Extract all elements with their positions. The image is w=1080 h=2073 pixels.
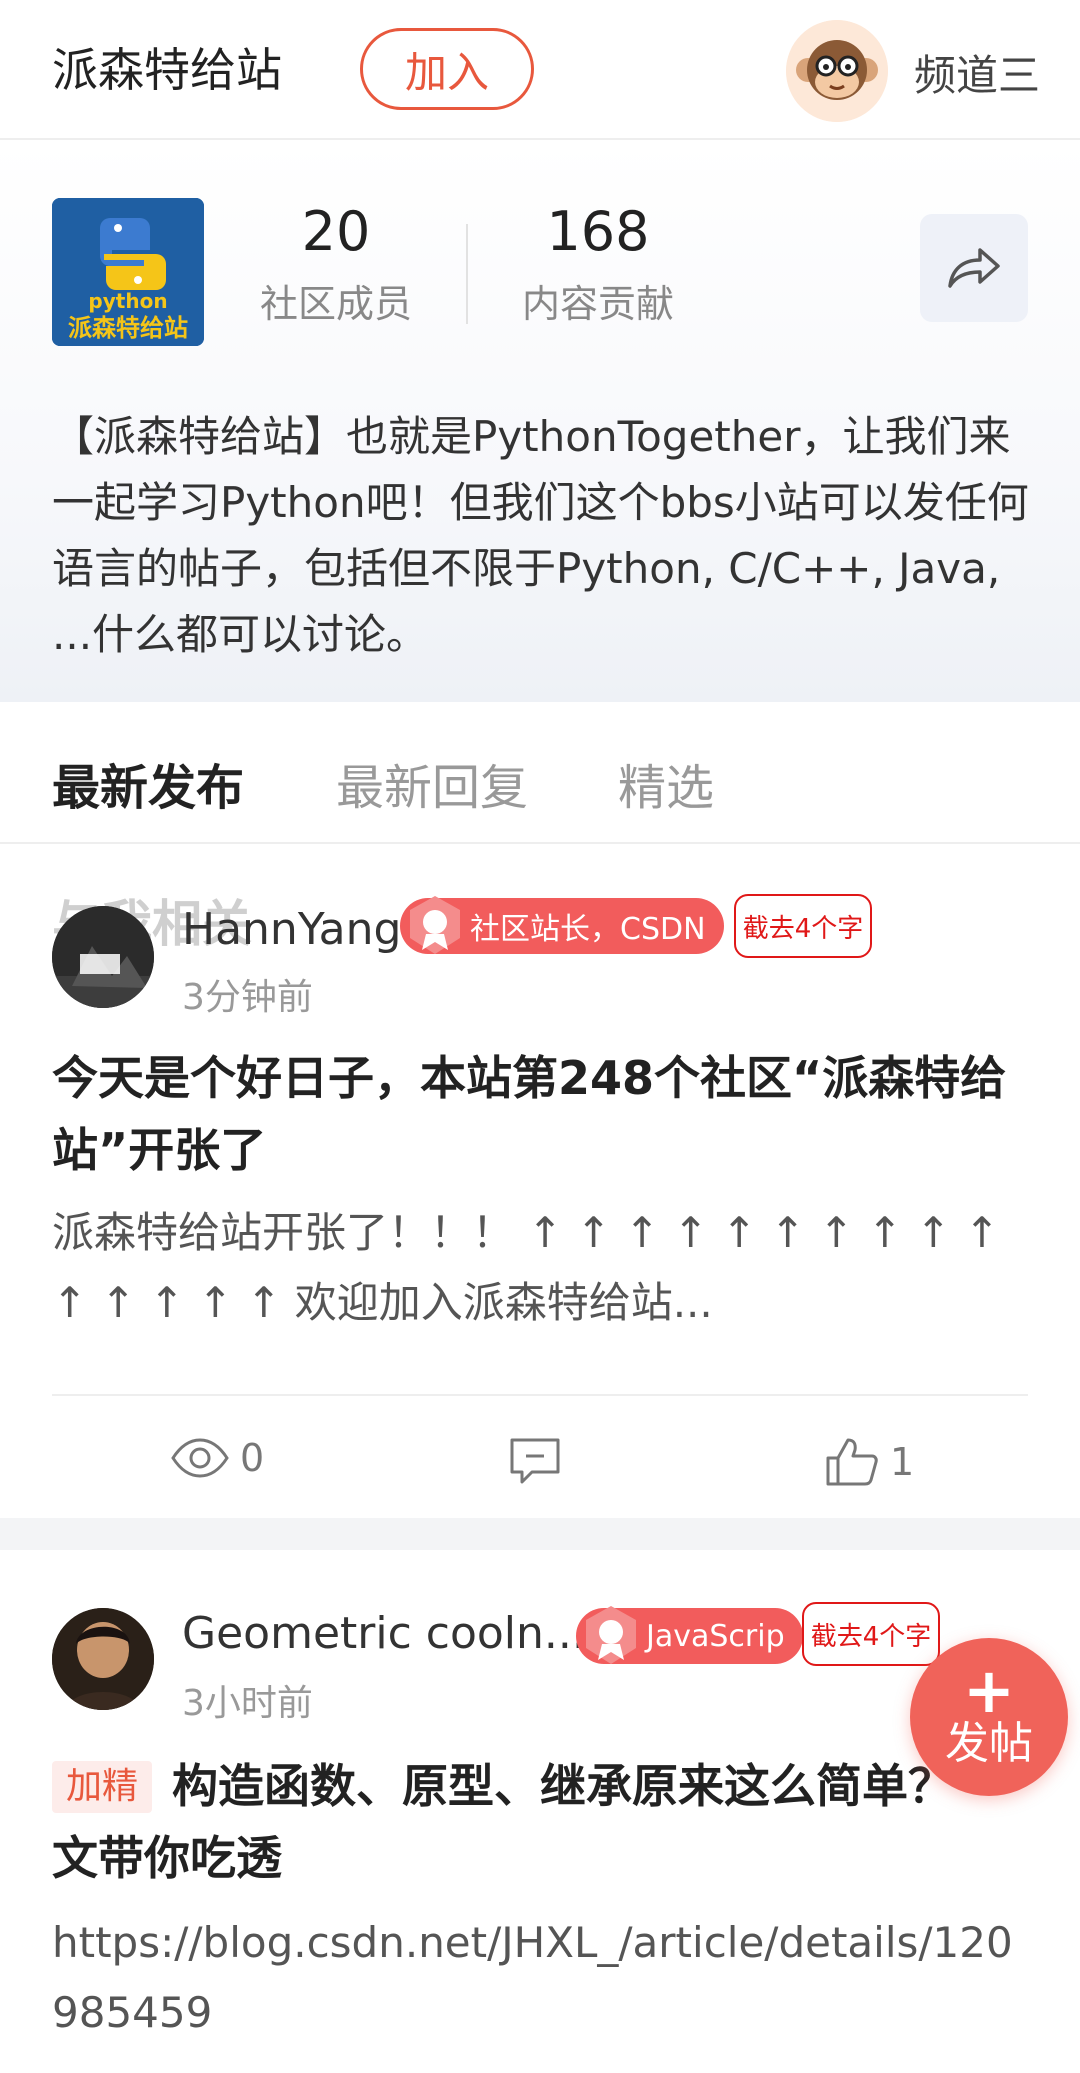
share-icon (948, 248, 1000, 288)
logo-name-text: 派森特给站 (68, 314, 188, 342)
tab-featured[interactable]: 精选 (618, 748, 714, 818)
tab-latest-replies[interactable]: 最新回复 (336, 748, 528, 818)
post-title[interactable]: 加精 构造函数、原型、继承原来这么简单？一文带你吃透 (52, 1750, 1032, 1894)
badge-text: JavaScrip (646, 1618, 785, 1654)
post-excerpt[interactable]: 派森特给站开张了！！！ ↑ ↑ ↑ ↑ ↑ ↑ ↑ ↑ ↑ ↑ ↑ ↑ ↑ ↑ … (52, 1198, 1032, 1338)
comment-icon (510, 1438, 560, 1484)
new-post-label: 发帖 (945, 1718, 1033, 1769)
channel-link[interactable]: 频道三 (914, 42, 1054, 103)
members-stat[interactable]: 20 社区成员 (256, 200, 416, 328)
tab-bar: 最新发布 最新回复 精选 (0, 704, 1080, 844)
featured-tag: 加精 (52, 1761, 153, 1813)
post-author[interactable]: Geometric cooln... (182, 1608, 586, 1659)
views-action[interactable]: 0 (170, 1436, 264, 1480)
badge-ribbon-icon (410, 896, 460, 954)
monkey-avatar-icon[interactable] (786, 20, 888, 122)
plus-icon: + (963, 1654, 1015, 1727)
logo-python-text: python (88, 289, 167, 313)
join-button[interactable]: 加入 (360, 28, 534, 110)
post-time: 3小时前 (182, 1683, 313, 1724)
post-excerpt[interactable]: https://blog.csdn.net/JHXL_/article/deta… (52, 1908, 1032, 2048)
truncation-note: 截去4个字 (802, 1602, 940, 1666)
contrib-count: 168 (546, 200, 650, 263)
badge-text: 社区站长，CSDN (470, 912, 706, 947)
members-count: 20 (301, 200, 371, 263)
contrib-stat[interactable]: 168 内容贡献 (508, 200, 688, 328)
contrib-label: 内容贡献 (521, 282, 674, 326)
views-count: 0 (240, 1436, 265, 1480)
role-badge: 社区站长，CSDN (400, 896, 724, 954)
card-separator (0, 1518, 1080, 1550)
comment-button[interactable] (508, 1436, 572, 1486)
members-label: 社区成员 (259, 282, 412, 326)
post-card[interactable]: 与我相关 HannYang 社区站长，CSDN 截去4个字 3分钟前 今天是个好… (0, 846, 1080, 1518)
post-title-text: 构造函数、原型、继承原来这么简单？一文带你吃透 (52, 1759, 1001, 1885)
post-title[interactable]: 今天是个好日子，本站第248个社区“派森特给站”开张了 (52, 1042, 1032, 1186)
truncation-note: 截去4个字 (734, 894, 872, 958)
post-card[interactable]: Geometric cooln... JavaScrip 截去4个字 3小时前 … (0, 1550, 1080, 2073)
new-post-button[interactable]: + 发帖 (910, 1638, 1068, 1796)
avatar[interactable] (52, 1608, 154, 1710)
role-badge: JavaScrip (576, 1606, 803, 1664)
avatar[interactable] (52, 906, 154, 1008)
community-logo: python 派森特给站 (52, 198, 204, 346)
community-title: 派森特给站 (52, 43, 282, 97)
post-divider (52, 1394, 1028, 1396)
stat-divider (466, 224, 468, 324)
thumbs-up-icon (826, 1438, 878, 1486)
share-button[interactable] (920, 214, 1028, 322)
likes-count: 1 (890, 1440, 915, 1484)
like-action[interactable]: 1 (824, 1436, 914, 1488)
eye-icon (171, 1438, 229, 1478)
post-time: 3分钟前 (182, 977, 313, 1018)
post-author[interactable]: HannYang (182, 904, 401, 955)
top-bar: 派森特给站 加入 频道三 (0, 0, 1080, 140)
badge-ribbon-icon (586, 1606, 636, 1664)
community-info: python 派森特给站 20 社区成员 168 内容贡献 【派森特给站】也就是… (0, 142, 1080, 702)
tab-latest-posts[interactable]: 最新发布 (52, 748, 244, 818)
community-description: 【派森特给站】也就是PythonTogether，让我们来一起学习Python吧… (52, 412, 1029, 659)
